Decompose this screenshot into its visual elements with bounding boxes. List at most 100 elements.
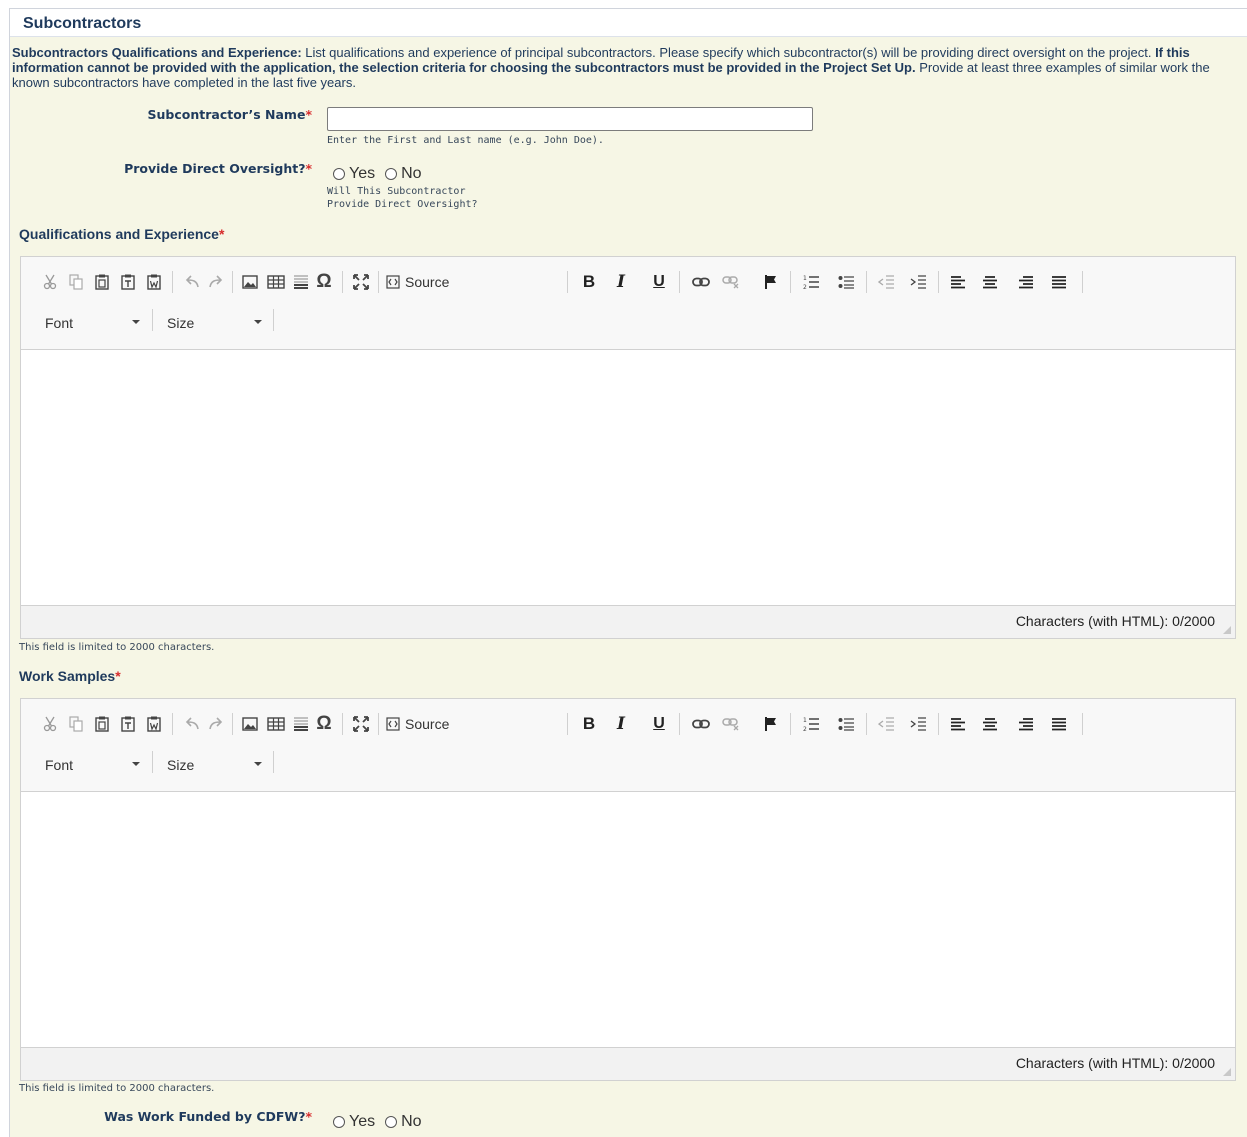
cut-icon[interactable]	[41, 714, 59, 734]
font-dropdown[interactable]: Font	[45, 312, 145, 334]
align-right-icon[interactable]	[1016, 714, 1036, 734]
editor-content-area[interactable]	[21, 350, 1235, 605]
undo-icon[interactable]	[183, 714, 201, 734]
source-label: Source	[405, 716, 450, 732]
cut-icon[interactable]	[41, 272, 59, 292]
toolbar-separator	[1082, 271, 1083, 293]
editor-status-bar: Characters (with HTML): 0/2000	[21, 605, 1235, 638]
toolbar-separator	[342, 713, 343, 735]
font-dropdown[interactable]: Font	[45, 754, 145, 776]
toolbar-separator	[567, 271, 568, 293]
oversight-field-label: Provide Direct Oversight?*	[70, 161, 312, 176]
copy-icon[interactable]	[67, 272, 85, 292]
oversight-yes-radio[interactable]	[333, 168, 345, 180]
editor-content-area[interactable]	[21, 792, 1235, 1047]
toolbar-separator	[567, 713, 568, 735]
intro-text: Subcontractors Qualifications and Experi…	[12, 45, 1244, 90]
oversight-no-option[interactable]: No	[385, 165, 422, 183]
svg-text:1: 1	[803, 717, 807, 724]
bold-button[interactable]: B	[580, 714, 598, 734]
source-icon	[386, 717, 400, 731]
funded-yes-option[interactable]: Yes	[333, 1113, 375, 1131]
limit-note: This field is limited to 2000 characters…	[19, 1083, 215, 1094]
paste-icon[interactable]	[93, 714, 111, 734]
source-button[interactable]: Source	[386, 272, 460, 292]
work-samples-label: Work Samples*	[19, 668, 121, 684]
image-icon[interactable]	[240, 714, 260, 734]
font-dropdown-label: Font	[45, 757, 74, 773]
redo-icon[interactable]	[207, 714, 225, 734]
link-icon[interactable]	[691, 272, 711, 292]
redo-icon[interactable]	[207, 272, 225, 292]
bulleted-list-icon[interactable]	[836, 714, 856, 734]
link-icon[interactable]	[691, 714, 711, 734]
oversight-yes-option[interactable]: Yes	[333, 165, 375, 183]
subcontractor-name-input[interactable]	[327, 107, 813, 131]
outdent-icon[interactable]	[876, 714, 896, 734]
resize-handle[interactable]	[1223, 1068, 1231, 1076]
outdent-icon[interactable]	[876, 272, 896, 292]
align-center-icon[interactable]	[980, 272, 1000, 292]
paste-word-icon[interactable]	[145, 272, 163, 292]
unlink-icon[interactable]	[721, 714, 741, 734]
underline-button[interactable]: U	[650, 714, 668, 734]
maximize-icon[interactable]	[351, 714, 371, 734]
align-center-icon[interactable]	[980, 714, 1000, 734]
paste-text-icon[interactable]	[119, 714, 137, 734]
qualifications-label: Qualifications and Experience*	[19, 226, 224, 242]
undo-icon[interactable]	[183, 272, 201, 292]
italic-button[interactable]: I	[612, 272, 630, 292]
section-header: Subcontractors	[10, 9, 1247, 37]
toolbar-separator	[938, 271, 939, 293]
justify-icon[interactable]	[1049, 272, 1069, 292]
name-label-text: Subcontractor’s Name	[147, 107, 306, 122]
required-mark: *	[305, 107, 312, 122]
bulleted-list-icon[interactable]	[836, 272, 856, 292]
copy-icon[interactable]	[67, 714, 85, 734]
funded-label-text: Was Work Funded by CDFW?	[104, 1109, 306, 1124]
funded-no-radio[interactable]	[385, 1116, 398, 1128]
numbered-list-icon[interactable]: 12	[801, 272, 821, 292]
special-character-icon[interactable]: Ω	[314, 271, 334, 292]
align-left-icon[interactable]	[948, 272, 968, 292]
toolbar-separator	[866, 713, 867, 735]
toolbar-separator	[152, 751, 153, 773]
align-right-icon[interactable]	[1016, 272, 1036, 292]
toolbar-separator	[866, 271, 867, 293]
no-label: No	[401, 1113, 422, 1130]
italic-button[interactable]: I	[612, 714, 630, 734]
paste-word-icon[interactable]	[145, 714, 163, 734]
funded-yes-radio[interactable]	[333, 1116, 345, 1128]
horizontal-line-icon[interactable]	[291, 272, 311, 292]
resize-handle[interactable]	[1223, 626, 1231, 634]
table-icon[interactable]	[266, 272, 286, 292]
toolbar-separator	[273, 309, 274, 331]
paste-icon[interactable]	[93, 272, 111, 292]
horizontal-line-icon[interactable]	[291, 714, 311, 734]
numbered-list-icon[interactable]: 12	[801, 714, 821, 734]
justify-icon[interactable]	[1049, 714, 1069, 734]
table-icon[interactable]	[266, 714, 286, 734]
funded-no-option[interactable]: No	[385, 1113, 422, 1131]
anchor-flag-icon[interactable]	[761, 714, 781, 734]
align-left-icon[interactable]	[948, 714, 968, 734]
toolbar-separator	[378, 713, 379, 735]
unlink-icon[interactable]	[721, 272, 741, 292]
oversight-no-radio[interactable]	[385, 168, 398, 180]
underline-button[interactable]: U	[650, 272, 668, 292]
source-button[interactable]: Source	[386, 714, 460, 734]
image-icon[interactable]	[240, 272, 260, 292]
maximize-icon[interactable]	[351, 272, 371, 292]
toolbar-separator	[172, 271, 173, 293]
size-dropdown[interactable]: Size	[167, 312, 267, 334]
special-character-icon[interactable]: Ω	[314, 713, 334, 734]
anchor-flag-icon[interactable]	[761, 272, 781, 292]
toolbar-separator	[152, 309, 153, 331]
paste-text-icon[interactable]	[119, 272, 137, 292]
indent-icon[interactable]	[908, 714, 928, 734]
bold-button[interactable]: B	[580, 272, 598, 292]
source-icon	[386, 275, 400, 289]
size-dropdown[interactable]: Size	[167, 754, 267, 776]
toolbar-separator	[790, 713, 791, 735]
indent-icon[interactable]	[908, 272, 928, 292]
